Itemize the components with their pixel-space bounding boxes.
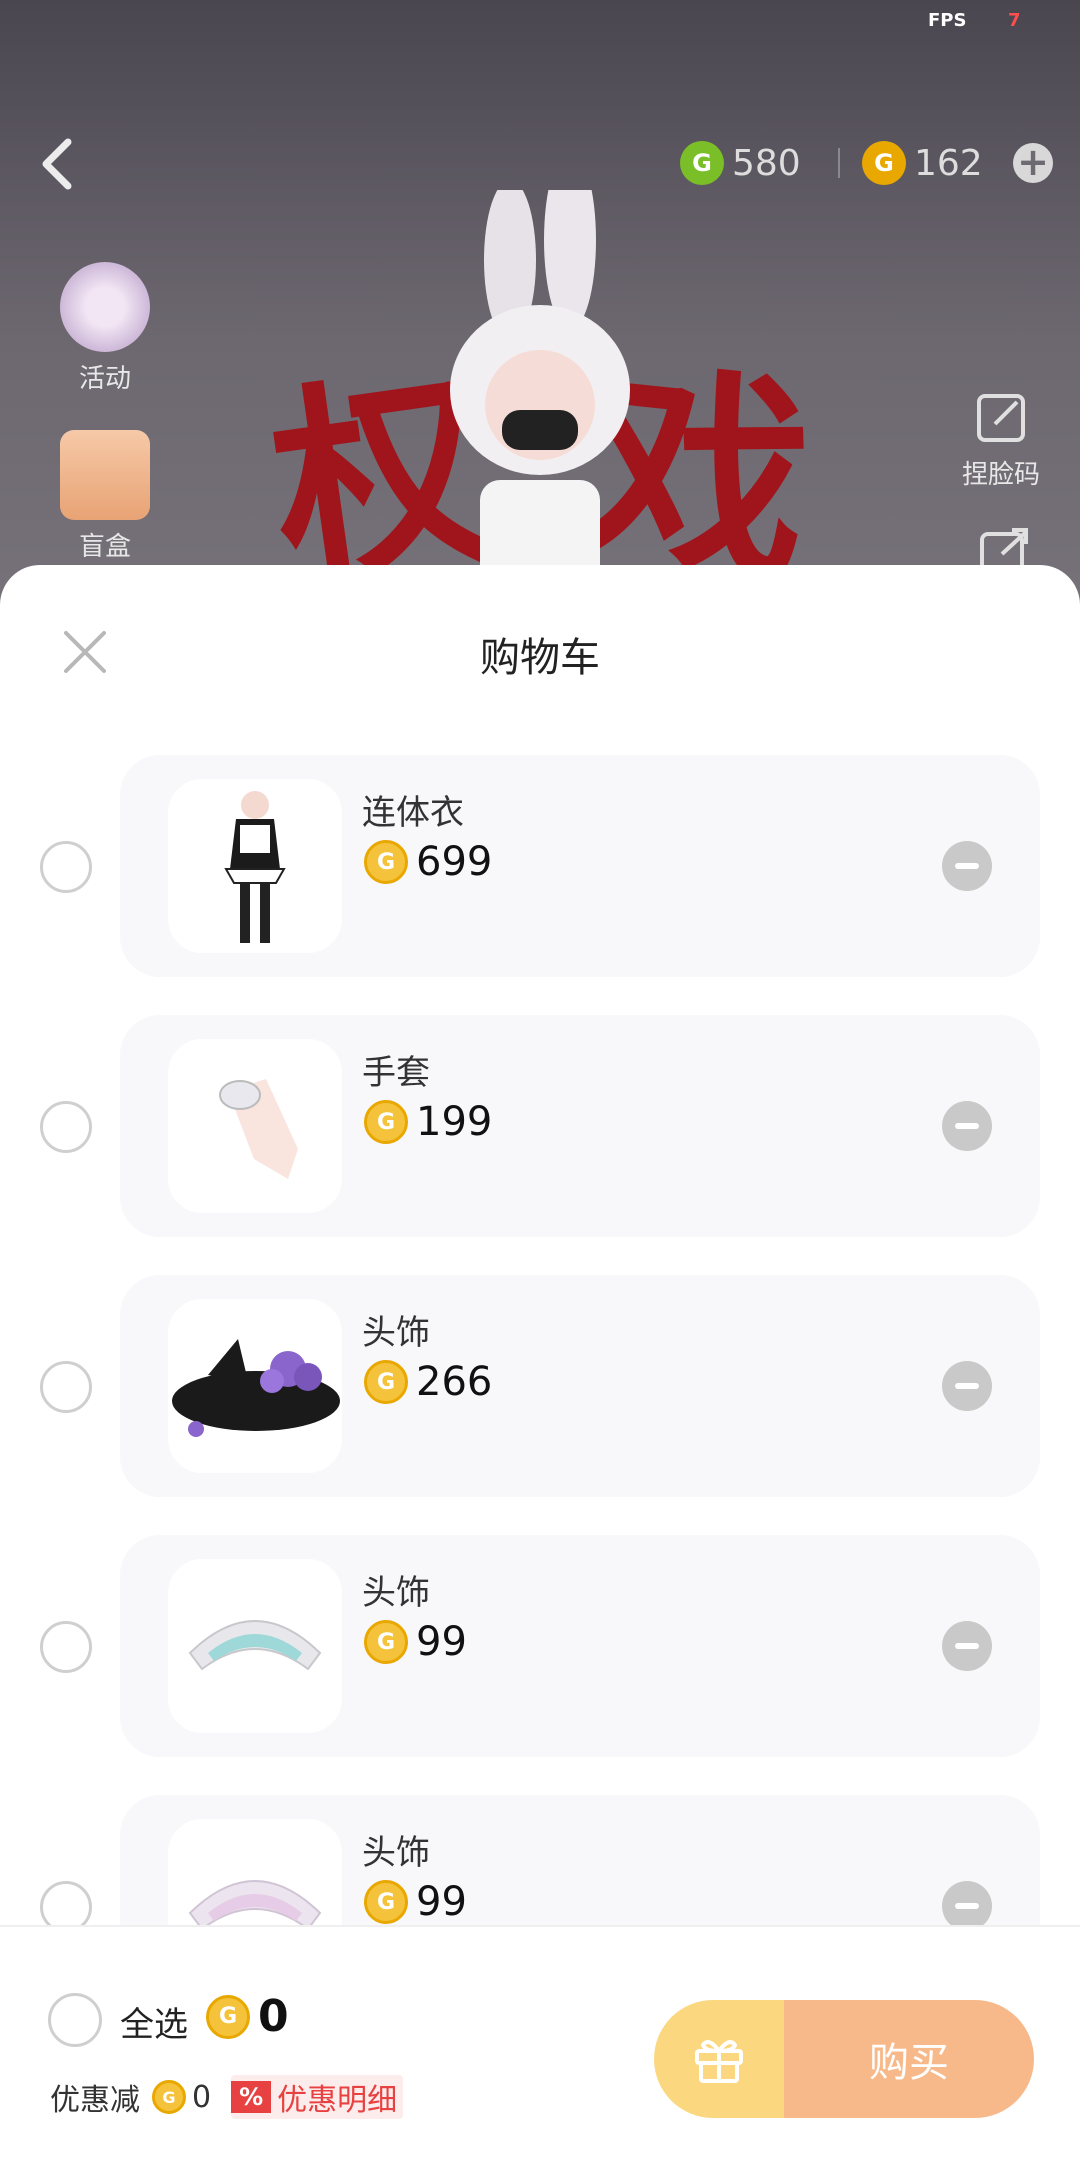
gold-coin-icon: G — [862, 141, 906, 185]
currency-divider — [838, 148, 840, 178]
gold-currency: G 162 — [862, 138, 983, 188]
item-price-value: 699 — [416, 839, 493, 885]
item-card[interactable]: 头饰 G 99 — [120, 1535, 1040, 1757]
item-price: G 266 — [364, 1359, 492, 1405]
gift-icon — [695, 2040, 743, 2083]
discount-row: 优惠减 G 0 % 优惠明细 — [50, 2075, 404, 2119]
buy-button[interactable]: 购买 — [784, 2000, 1034, 2118]
blindbox-label: 盲盒 — [78, 532, 131, 562]
cart-item: 头饰 G 99 — [0, 1535, 1080, 1757]
item-card[interactable]: 手套 G 199 — [120, 1015, 1040, 1237]
item-thumbnail — [168, 779, 342, 953]
gold-coin-icon: G — [152, 2080, 186, 2114]
discount-value: 0 — [192, 2079, 212, 2115]
item-name: 头饰 — [362, 1313, 430, 1353]
item-price-value: 266 — [416, 1359, 493, 1405]
discount-detail-button[interactable]: % 优惠明细 — [231, 2075, 404, 2119]
item-price-value: 99 — [416, 1619, 467, 1665]
item-select-radio[interactable] — [40, 1361, 92, 1413]
total-price: G 0 — [206, 1991, 289, 2042]
item-card[interactable]: 连体衣 G 699 — [120, 755, 1040, 977]
cart-item: 连体衣 G 699 — [0, 755, 1080, 977]
item-price-value: 199 — [416, 1099, 493, 1145]
sidebar-item-facecode[interactable]: 捏脸码 — [962, 388, 1040, 491]
sidebar-item-activity[interactable]: 活动 — [60, 262, 150, 395]
item-price: G 199 — [364, 1099, 492, 1145]
item-select-radio[interactable] — [40, 1621, 92, 1673]
discount-detail-label: 优惠明细 — [277, 2083, 398, 2118]
page-title: 购物车 — [480, 635, 600, 681]
star-badge-icon — [60, 262, 150, 352]
remove-item-button[interactable] — [942, 1101, 992, 1151]
fps-value: 7 — [1008, 10, 1021, 31]
discount-label: 优惠减 — [50, 2083, 140, 2118]
item-thumbnail — [168, 1559, 342, 1733]
fps-label: FPS — [928, 10, 967, 31]
gift-button[interactable] — [654, 2000, 784, 2118]
item-thumbnail — [168, 1299, 342, 1473]
select-all-radio[interactable] — [48, 1993, 102, 2047]
gold-coin-icon: G — [364, 840, 408, 884]
green-currency: G 580 — [680, 138, 801, 188]
item-price: G 99 — [364, 1879, 467, 1925]
green-currency-amount: 580 — [732, 142, 801, 184]
item-price: G 99 — [364, 1619, 467, 1665]
sidebar-item-blindbox[interactable]: 盲盒 — [60, 430, 150, 563]
select-all-label[interactable]: 全选 — [120, 1997, 188, 2046]
item-name: 头饰 — [362, 1833, 430, 1873]
remove-item-button[interactable] — [942, 841, 992, 891]
total-price-value: 0 — [258, 1991, 289, 2042]
item-name: 手套 — [362, 1053, 430, 1093]
item-name: 头饰 — [362, 1573, 430, 1613]
facecode-label: 捏脸码 — [962, 460, 1041, 490]
character-avatar — [450, 190, 630, 620]
item-select-radio[interactable] — [40, 841, 92, 893]
gold-coin-icon: G — [364, 1880, 408, 1924]
item-select-radio[interactable] — [40, 1101, 92, 1153]
game-background: FPS 7 G 580 G 162 + 活动 盲盒 捏脸码 权 戏 — [0, 0, 1080, 620]
remove-item-button[interactable] — [942, 1621, 992, 1671]
remove-item-button[interactable] — [942, 1881, 992, 1931]
gold-coin-icon: G — [364, 1620, 408, 1664]
cart-item: 手套 G 199 — [0, 1015, 1080, 1237]
buy-button-group: 购买 — [654, 2000, 1034, 2118]
add-currency-button[interactable]: + — [1013, 143, 1053, 183]
gift-box-icon — [60, 430, 150, 520]
cart-footer: 全选 G 0 优惠减 G 0 % 优惠明细 购买 — [0, 1925, 1080, 2162]
remove-item-button[interactable] — [942, 1361, 992, 1411]
back-icon[interactable] — [38, 138, 78, 190]
item-name: 连体衣 — [362, 793, 464, 833]
gold-coin-icon: G — [364, 1360, 408, 1404]
cart-sheet: 购物车 连体衣 G 699 手套 G 199 头饰 G 266 头饰 G 99 … — [0, 565, 1080, 2160]
cart-item: 头饰 G 266 — [0, 1275, 1080, 1497]
gold-currency-amount: 162 — [914, 142, 983, 184]
gold-coin-icon: G — [206, 1994, 250, 2039]
green-coin-icon: G — [680, 141, 724, 185]
item-price-value: 99 — [416, 1879, 467, 1925]
item-thumbnail — [168, 1039, 342, 1213]
edit-icon — [977, 394, 1025, 442]
item-price: G 699 — [364, 839, 492, 885]
discount-percent-icon: % — [231, 2081, 272, 2113]
gold-coin-icon: G — [364, 1100, 408, 1144]
activity-label: 活动 — [78, 364, 131, 394]
item-card[interactable]: 头饰 G 266 — [120, 1275, 1040, 1497]
